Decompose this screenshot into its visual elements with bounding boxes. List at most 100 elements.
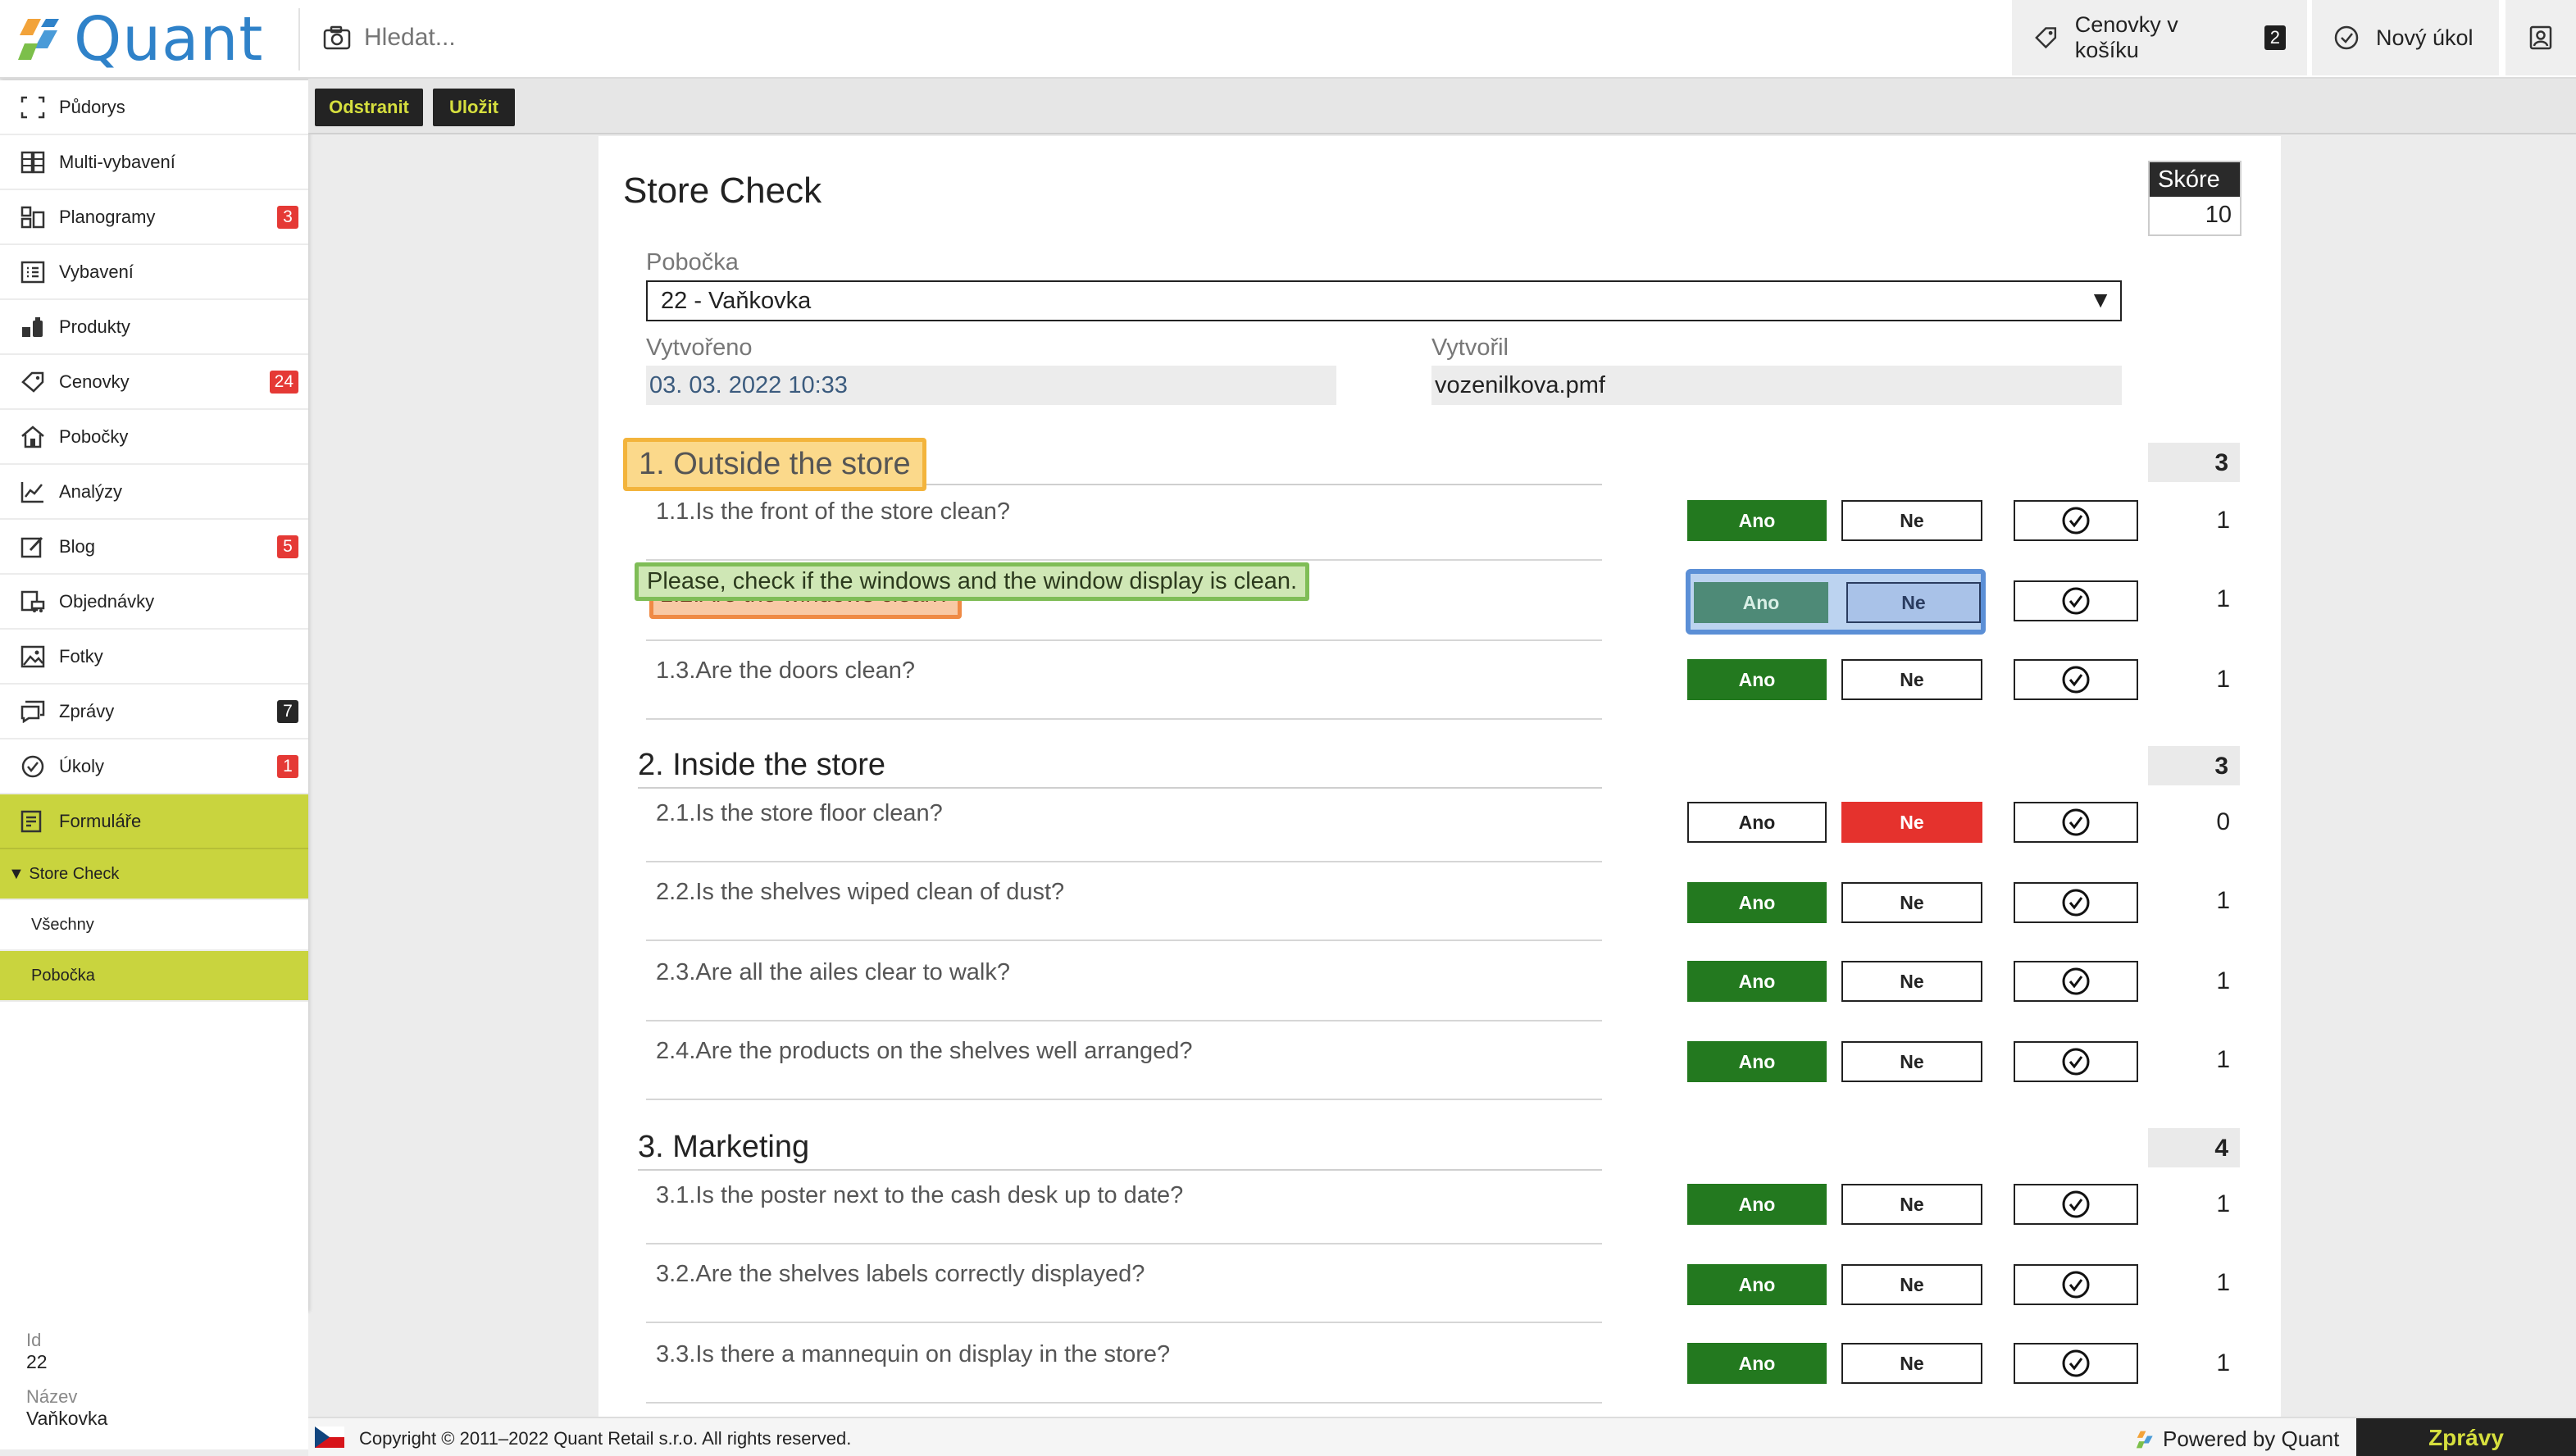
app-logo[interactable]: Quant — [16, 4, 263, 75]
sidebar-item-objednavky[interactable]: Objednávky — [0, 575, 308, 630]
planogram-icon — [18, 206, 48, 229]
check-circle-icon — [2062, 507, 2090, 535]
no-button[interactable]: Ne — [1841, 500, 1982, 541]
price-tag-icon — [2035, 27, 2057, 49]
no-button[interactable]: Ne — [1841, 1041, 1982, 1082]
sidebar-item-cenovky[interactable]: Cenovky 24 — [0, 355, 308, 410]
branch-select[interactable]: 22 - Vaňkovka ▼ — [646, 280, 2122, 321]
quant-logo-icon — [18, 19, 59, 60]
sidebar-item-pudorys[interactable]: Půdorys — [0, 80, 308, 135]
sidebar-item-label: Objednávky — [59, 590, 155, 612]
sidebar-item-planogramy[interactable]: Planogramy 3 — [0, 190, 308, 245]
check-button[interactable] — [2014, 1264, 2138, 1305]
check-button[interactable] — [2014, 580, 2138, 621]
check-button[interactable] — [2014, 1041, 2138, 1082]
check-button[interactable] — [2014, 961, 2138, 1002]
sidebar-subitem-store-check[interactable]: ▼ Store Check — [0, 849, 308, 900]
question-points: 0 — [2216, 808, 2230, 835]
score-box: Skóre 10 — [2148, 161, 2241, 236]
sidebar-item-fotky[interactable]: Fotky — [0, 630, 308, 685]
yes-button[interactable]: Ano — [1687, 500, 1827, 541]
sidebar-item-analyzy[interactable]: Analýzy — [0, 465, 308, 520]
question-text: 2.3.Are all the ailes clear to walk? — [656, 959, 1010, 985]
question-row: 1.1.Is the front of the store clean? — [646, 482, 1602, 561]
sidebar-item-label: Planogramy — [59, 206, 156, 227]
yes-button[interactable]: Ano — [1687, 882, 1827, 923]
check-button[interactable] — [2014, 802, 2138, 843]
sidebar-item-label: Úkoly — [59, 755, 105, 776]
sidebar-item-vybaveni[interactable]: Vybavení — [0, 245, 308, 300]
answer-toggle-group[interactable]: Ano Ne — [1686, 569, 1986, 635]
yes-button[interactable]: Ano — [1687, 659, 1827, 700]
question-points: 1 — [2216, 887, 2230, 914]
sidebar-item-produkty[interactable]: Produkty — [0, 300, 308, 355]
products-icon — [18, 316, 48, 339]
question-points: 1 — [2216, 1190, 2230, 1217]
delete-button[interactable]: Odstranit — [315, 89, 423, 126]
question-text: 3.2.Are the shelves labels correctly dis… — [656, 1261, 1145, 1287]
question-row: 2.4.Are the products on the shelves well… — [646, 1021, 1602, 1100]
top-bar: Quant Cenovky v košíku 2 Nový úkol — [0, 0, 2576, 79]
no-button[interactable]: Ne — [1841, 659, 1982, 700]
camera-icon[interactable] — [323, 25, 351, 50]
yes-button[interactable]: Ano — [1687, 961, 1827, 1002]
messages-button[interactable]: Zprávy — [2356, 1418, 2576, 1456]
blog-count-badge: 5 — [277, 535, 298, 558]
yes-button[interactable]: Ano — [1687, 1041, 1827, 1082]
yes-button[interactable]: Ano — [1687, 802, 1827, 843]
sidebar-item-label: Půdorys — [59, 96, 125, 117]
sidebar-subitem-vsechny[interactable]: Všechny — [0, 900, 308, 951]
question-row: 3.3.Is there a mannequin on display in t… — [646, 1325, 1602, 1404]
sidebar-subitem-label: Všechny — [31, 915, 94, 934]
sidebar-item-pobocky[interactable]: Pobočky — [0, 410, 308, 465]
no-button[interactable]: Ne — [1841, 1343, 1982, 1384]
sidebar-item-multi-vybaveni[interactable]: Multi-vybavení — [0, 135, 308, 190]
check-button[interactable] — [2014, 882, 2138, 923]
new-task-label: Nový úkol — [2376, 25, 2474, 50]
yes-button[interactable]: Ano — [1694, 582, 1828, 623]
no-button[interactable]: Ne — [1841, 961, 1982, 1002]
section-header: 2. Inside the store — [638, 743, 1602, 789]
sidebar-item-ukoly[interactable]: Úkoly 1 — [0, 739, 308, 794]
no-button[interactable]: Ne — [1841, 802, 1982, 843]
sidebar-subitem-pobocka[interactable]: Pobočka — [0, 951, 308, 1002]
question-text: 2.4.Are the products on the shelves well… — [656, 1038, 1193, 1064]
check-button[interactable] — [2014, 1343, 2138, 1384]
yes-button[interactable]: Ano — [1687, 1343, 1827, 1384]
no-button[interactable]: Ne — [1841, 1184, 1982, 1225]
sidebar-item-label: Analýzy — [59, 480, 123, 502]
cart-price-tags-button[interactable]: Cenovky v košíku 2 — [2012, 0, 2307, 75]
sidebar-subitem-label: ▼ Store Check — [8, 864, 120, 883]
user-profile-button[interactable] — [2505, 0, 2576, 75]
powered-by-label: Powered by Quant — [2163, 1426, 2340, 1451]
no-button[interactable]: Ne — [1841, 882, 1982, 923]
copyright-text: Copyright © 2011–2022 Quant Retail s.r.o… — [359, 1428, 852, 1449]
czech-flag-icon[interactable] — [315, 1426, 344, 1448]
store-icon — [18, 425, 48, 448]
price-tag-icon — [18, 371, 48, 394]
search-input[interactable] — [364, 24, 938, 52]
name-value: Vaňkovka — [26, 1408, 108, 1429]
check-button[interactable] — [2014, 500, 2138, 541]
check-button[interactable] — [2014, 659, 2138, 700]
yes-button[interactable]: Ano — [1687, 1264, 1827, 1305]
new-task-button[interactable]: Nový úkol — [2312, 0, 2499, 75]
yes-button[interactable]: Ano — [1687, 1184, 1827, 1225]
powered-by[interactable]: Powered by Quant — [2135, 1426, 2339, 1452]
sidebar-item-zpravy[interactable]: Zprávy 7 — [0, 685, 308, 739]
check-circle-icon — [2062, 1048, 2090, 1076]
search-box[interactable] — [323, 16, 1061, 59]
sidebar-item-blog[interactable]: Blog 5 — [0, 520, 308, 575]
sidebar-item-formulare[interactable]: Formuláře — [0, 794, 308, 849]
question-text: 2.2.Is the shelves wiped clean of dust? — [656, 879, 1065, 905]
sidebar: Půdorys Multi-vybavení Planogramy 3 Vyba… — [0, 80, 308, 1312]
no-button[interactable]: Ne — [1841, 1264, 1982, 1305]
no-button[interactable]: Ne — [1846, 582, 1981, 623]
save-button[interactable]: Uložit — [433, 89, 515, 126]
section-header: 3. Marketing — [638, 1125, 1602, 1171]
check-button[interactable] — [2014, 1184, 2138, 1225]
question-text: 3.3.Is there a mannequin on display in t… — [656, 1341, 1171, 1367]
sidebar-item-label: Multi-vybavení — [59, 151, 175, 172]
question-row: 2.1.Is the store floor clean? — [646, 784, 1602, 862]
tasks-count-badge: 1 — [277, 755, 298, 778]
